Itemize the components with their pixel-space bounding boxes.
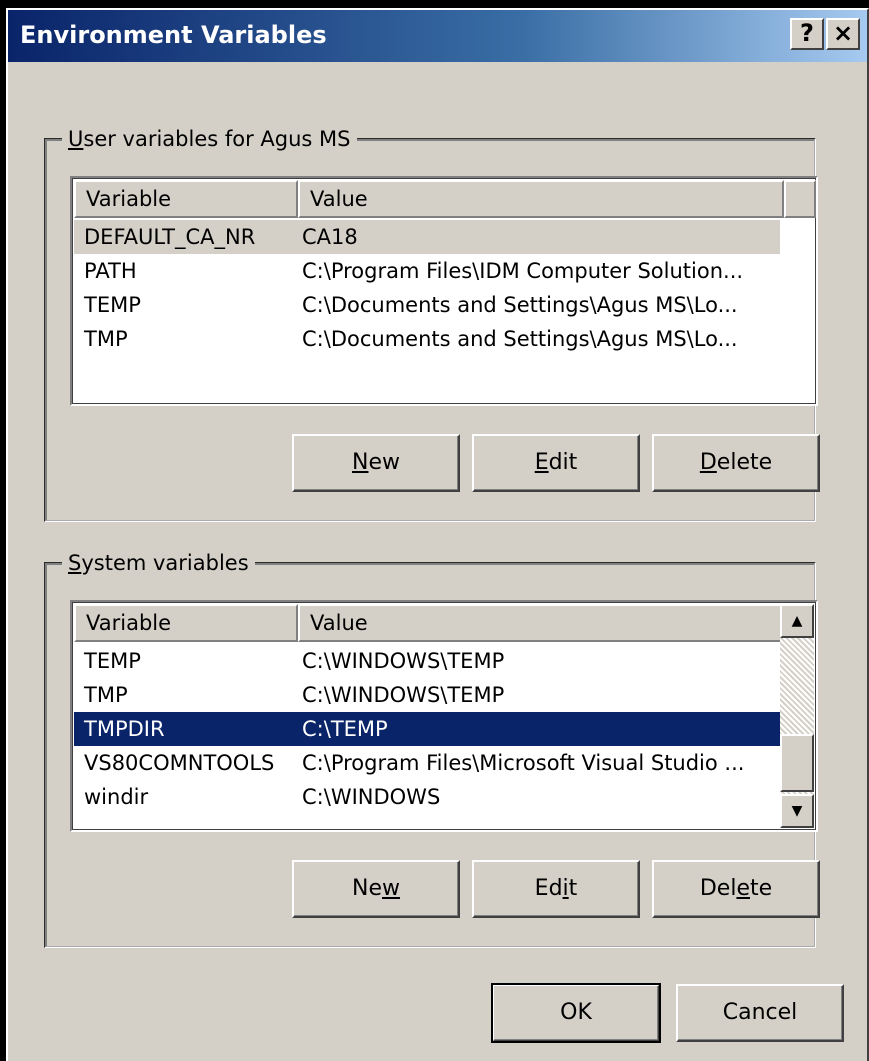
table-row[interactable]: TMPDIR C:\TEMP xyxy=(74,712,780,746)
table-row[interactable]: TMP C:\Documents and Settings\Agus MS\Lo… xyxy=(74,322,814,356)
scroll-up-arrow-icon[interactable]: ▲ xyxy=(780,604,814,638)
variable-cell: TEMP xyxy=(84,649,141,673)
value-cell: C:\WINDOWS xyxy=(302,785,441,809)
column-header-variable[interactable]: Variable xyxy=(74,180,298,218)
value-cell: C:\TEMP xyxy=(302,717,388,741)
table-row[interactable]: VS80COMNTOOLS C:\Program Files\Microsoft… xyxy=(74,746,780,780)
column-header-value[interactable]: Value xyxy=(298,180,784,218)
variable-cell: PATH xyxy=(84,259,137,283)
environment-variables-dialog: Environment Variables ? × User variables… xyxy=(6,8,869,1061)
close-button[interactable]: × xyxy=(826,18,860,50)
user-variables-list[interactable]: Variable Value DEFAULT_CA_NR CA18 PATH C… xyxy=(70,176,818,406)
user-new-button[interactable]: New xyxy=(292,434,460,492)
scroll-down-arrow-icon[interactable]: ▼ xyxy=(780,794,814,828)
table-row[interactable]: TEMP C:\WINDOWS\TEMP xyxy=(74,644,780,678)
dialog-title: Environment Variables xyxy=(20,21,327,49)
variable-cell: DEFAULT_CA_NR xyxy=(84,225,256,249)
system-variables-label: System variables xyxy=(62,548,255,578)
value-cell: C:\Documents and Settings\Agus MS\Lo... xyxy=(302,327,738,351)
system-new-button[interactable]: New xyxy=(292,860,460,918)
value-cell: C:\Program Files\IDM Computer Solution..… xyxy=(302,259,744,283)
table-row[interactable]: windir C:\WINDOWS xyxy=(74,780,780,814)
value-cell: CA18 xyxy=(302,225,358,249)
value-cell: C:\Documents and Settings\Agus MS\Lo... xyxy=(302,293,738,317)
system-edit-button[interactable]: Edit xyxy=(472,860,640,918)
variable-cell: TEMP xyxy=(84,293,141,317)
system-delete-button[interactable]: Delete xyxy=(652,860,820,918)
scroll-thumb[interactable] xyxy=(780,734,814,792)
ok-button[interactable]: OK xyxy=(491,983,661,1043)
table-row[interactable]: DEFAULT_CA_NR CA18 xyxy=(74,220,780,254)
user-delete-button[interactable]: Delete xyxy=(652,434,820,492)
column-header-filler xyxy=(784,180,816,218)
value-cell: C:\Program Files\Microsoft Visual Studio… xyxy=(302,751,745,775)
user-edit-button[interactable]: Edit xyxy=(472,434,640,492)
title-bar[interactable]: Environment Variables ? × xyxy=(8,10,867,62)
variable-cell: TMP xyxy=(84,327,128,351)
vertical-scrollbar[interactable]: ▲ ▼ xyxy=(780,604,814,828)
variable-cell: VS80COMNTOOLS xyxy=(84,751,275,775)
table-row[interactable]: TEMP C:\Documents and Settings\Agus MS\L… xyxy=(74,288,814,322)
table-row[interactable]: TMP C:\WINDOWS\TEMP xyxy=(74,678,780,712)
cancel-button[interactable]: Cancel xyxy=(676,984,844,1042)
table-row[interactable]: PATH C:\Program Files\IDM Computer Solut… xyxy=(74,254,814,288)
system-variables-list[interactable]: Variable Value TEMP C:\WINDOWS\TEMP TMP … xyxy=(70,600,818,832)
user-variables-group: User variables for Agus MS Variable Valu… xyxy=(44,124,820,522)
value-cell: C:\WINDOWS\TEMP xyxy=(302,683,505,707)
help-button[interactable]: ? xyxy=(790,18,824,50)
column-header-variable[interactable]: Variable xyxy=(74,604,298,642)
variable-cell: TMPDIR xyxy=(84,717,165,741)
user-variables-label: User variables for Agus MS xyxy=(62,124,357,154)
system-variables-group: System variables Variable Value TEMP C:\… xyxy=(44,548,820,948)
variable-cell: TMP xyxy=(84,683,128,707)
column-header-value[interactable]: Value xyxy=(298,604,784,642)
variable-cell: windir xyxy=(84,785,149,809)
value-cell: C:\WINDOWS\TEMP xyxy=(302,649,505,673)
